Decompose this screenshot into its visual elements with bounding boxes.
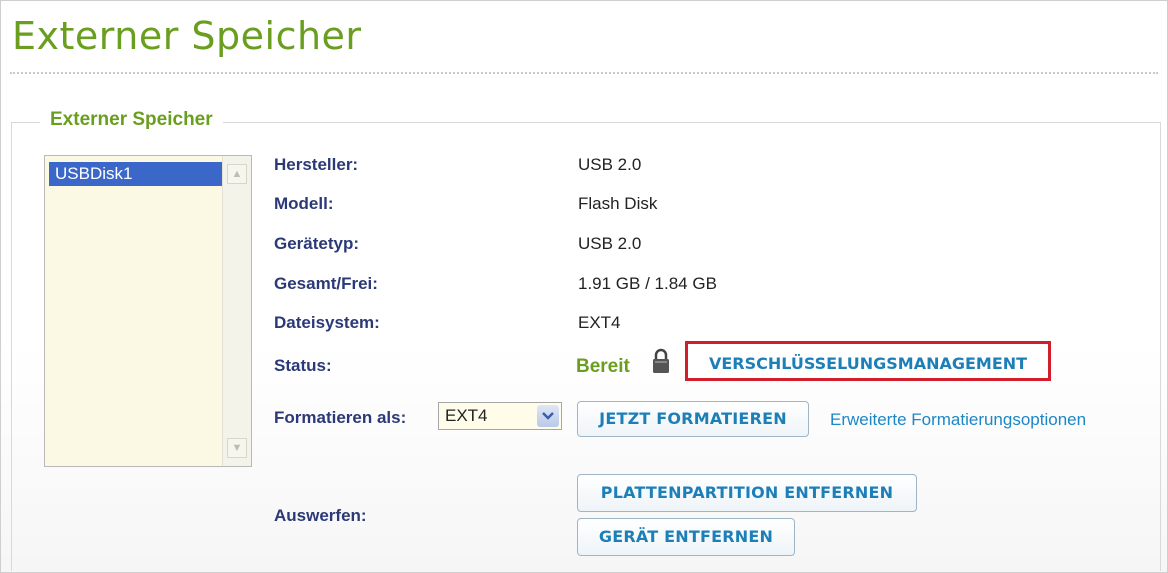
total-free-value: 1.91 GB / 1.84 GB [578, 274, 717, 293]
listbox-scrollbar[interactable]: ▲ ▼ [222, 156, 251, 466]
disk-listbox[interactable]: USBDisk1 ▲ ▼ [44, 155, 252, 467]
disk-list-item[interactable]: USBDisk1 [49, 162, 225, 186]
page-title: Externer Speicher [12, 14, 362, 58]
status-value: Bereit [576, 356, 630, 377]
format-as-label: Formatieren als: [274, 408, 407, 427]
manufacturer-label: Hersteller: [274, 155, 359, 174]
filesystem-value: EXT4 [578, 313, 621, 332]
status-label: Status: [274, 356, 332, 375]
encryption-management-label: VERSCHLÜSSELUNGSMANAGEMENT [708, 354, 1028, 373]
format-now-button[interactable]: JETZT FORMATIEREN [577, 401, 809, 437]
advanced-format-link[interactable]: Erweiterte Formatierungsoptionen [830, 410, 1086, 430]
encryption-management-button[interactable]: VERSCHLÜSSELUNGSMANAGEMENT [685, 341, 1051, 381]
device-type-value: USB 2.0 [578, 234, 642, 253]
format-type-value: EXT4 [445, 406, 488, 425]
filesystem-label: Dateisystem: [274, 313, 380, 332]
remove-partition-button[interactable]: PLATTENPARTITION ENTFERNEN [577, 474, 917, 512]
manufacturer-value: USB 2.0 [578, 155, 642, 174]
format-type-select[interactable]: EXT4 [438, 402, 562, 430]
scroll-up-icon[interactable]: ▲ [227, 164, 247, 184]
total-free-label: Gesamt/Frei: [274, 274, 378, 293]
model-value: Flash Disk [578, 194, 658, 213]
eject-label: Auswerfen: [274, 506, 367, 525]
title-divider [10, 72, 1158, 74]
scroll-down-icon[interactable]: ▼ [227, 438, 247, 458]
lock-icon [653, 348, 669, 373]
chevron-down-icon[interactable] [537, 405, 559, 427]
model-label: Modell: [274, 194, 334, 213]
device-type-label: Gerätetyp: [274, 234, 360, 253]
section-title: Externer Speicher [40, 109, 223, 131]
remove-device-button[interactable]: GERÄT ENTFERNEN [577, 518, 795, 556]
